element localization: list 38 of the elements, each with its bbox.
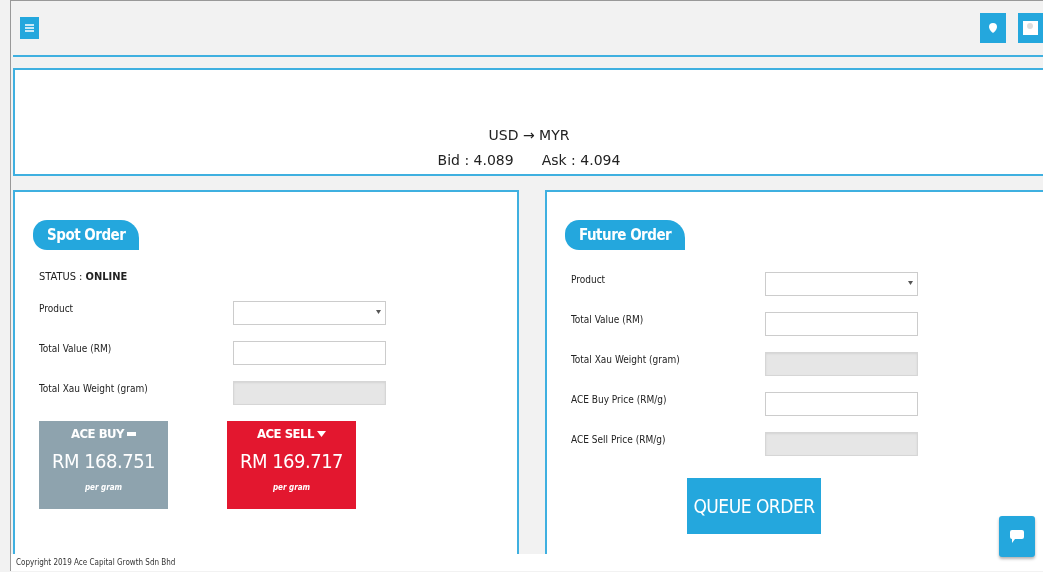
queue-order-button[interactable]: QUEUE ORDER <box>687 478 821 534</box>
status-text: STATUS : ONLINE <box>39 270 129 283</box>
field-label: Total Value (RM) <box>38 342 113 354</box>
product-dropdown[interactable] <box>233 301 386 325</box>
field-label: Total Xau Weight (gram) <box>570 353 681 365</box>
location-icon[interactable] <box>980 13 1006 43</box>
product-dropdown[interactable] <box>765 272 918 296</box>
field-label: ACE Sell Price (RM/g) <box>570 433 667 445</box>
field-label: Total Xau Weight (gram) <box>38 382 149 394</box>
chat-icon <box>1010 530 1024 543</box>
price-value: RM 169.717 <box>239 449 344 473</box>
ask-rate: Ask : 4.094 <box>541 152 621 168</box>
chat-button[interactable] <box>999 516 1035 557</box>
price-unit: per gram <box>84 483 123 492</box>
caret-icon <box>317 430 326 437</box>
input-field[interactable] <box>765 392 918 416</box>
panel-title: Future Order <box>565 220 686 250</box>
input-field[interactable] <box>233 341 386 365</box>
price-label: ACE SELL <box>257 426 314 441</box>
field-label: Total Value (RM) <box>570 313 645 325</box>
field-label: ACE Buy Price (RM/g) <box>570 393 668 405</box>
price-card[interactable]: ACE SELL RM 169.717 per gram <box>227 421 356 509</box>
price-label: ACE BUY <box>70 426 125 441</box>
caret-icon <box>376 310 381 314</box>
price-unit: per gram <box>272 483 311 492</box>
profile-icon[interactable] <box>1018 13 1043 43</box>
price-card[interactable]: ACE BUY RM 168.751 per gram <box>39 421 168 509</box>
input-field[interactable] <box>765 312 918 336</box>
copyright-text: Copyright 2019 Ace Capital Growth Sdn Bhd <box>16 558 176 567</box>
field-label: Product <box>38 302 75 314</box>
menu-icon[interactable] <box>20 17 39 39</box>
dash-icon <box>127 431 137 436</box>
caret-icon <box>908 281 913 285</box>
panel-title: Spot Order <box>33 220 140 250</box>
currency-pair: USD → MYR <box>488 127 570 143</box>
bid-rate: Bid : 4.089 <box>437 152 514 168</box>
price-value: RM 168.751 <box>51 449 156 473</box>
field-label: Product <box>570 273 607 285</box>
